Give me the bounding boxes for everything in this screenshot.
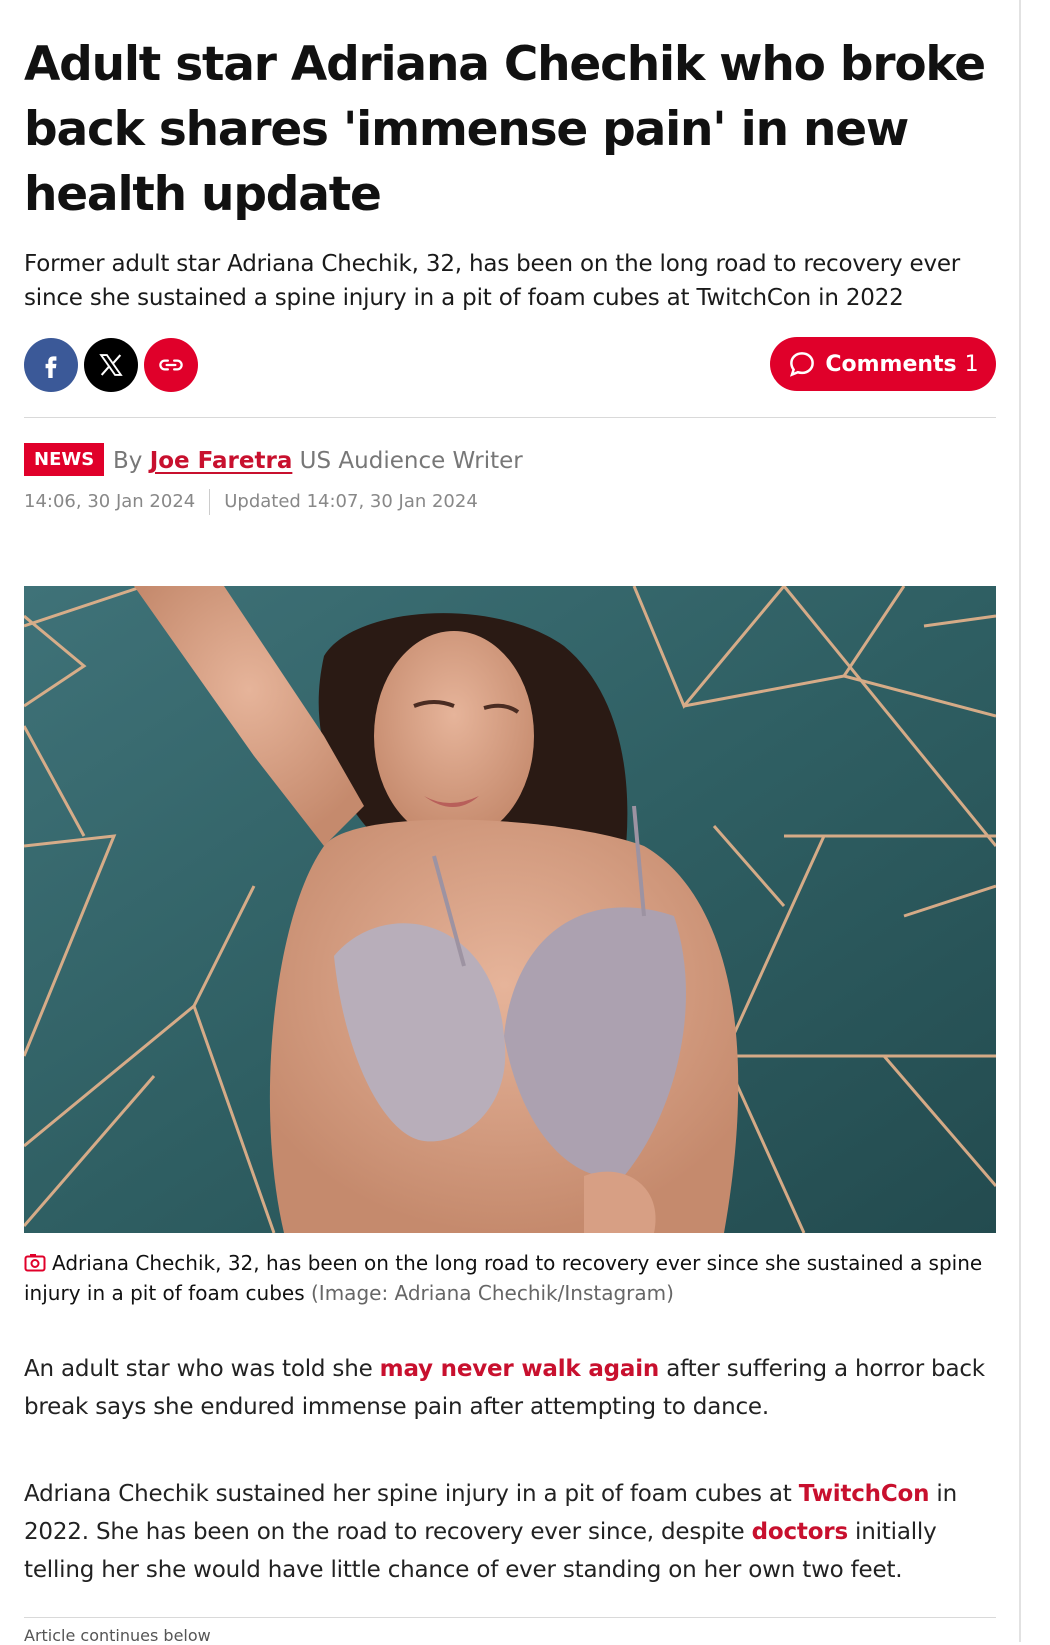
link-icon (159, 359, 183, 371)
hero-image (24, 586, 996, 1233)
speech-bubble-icon (790, 352, 815, 377)
article-headline: Adult star Adriana Chechik who broke bac… (24, 37, 986, 222)
p1-text-a: An adult star who was told she (24, 1356, 380, 1382)
link-doctors[interactable]: doctors (752, 1519, 849, 1545)
copy-link-button[interactable] (144, 338, 198, 392)
published-time: 14:06, 30 Jan 2024 (24, 491, 196, 512)
article-page: Adult star Adriana Chechik who broke bac… (0, 0, 1050, 1645)
image-credit: (Image: Adriana Chechik/Instagram) (311, 1281, 674, 1305)
author-role: US Audience Writer (299, 448, 523, 474)
byline-prefix: By (113, 448, 143, 474)
facebook-icon (45, 356, 57, 378)
article-standfirst: Former adult star Adriana Chechik, 32, h… (24, 251, 961, 311)
x-icon (99, 354, 123, 376)
link-twitchcon[interactable]: TwitchCon (799, 1481, 930, 1507)
comments-count: 1 (964, 351, 979, 377)
hero-image-illustration (24, 586, 996, 1233)
body-paragraph-2: Adriana Chechik sustained her spine inju… (24, 1475, 996, 1589)
author-link[interactable]: Joe Faretra (150, 448, 293, 474)
divider (24, 1617, 996, 1618)
share-facebook-button[interactable] (24, 338, 78, 392)
comments-label: Comments (825, 351, 957, 377)
date-separator (209, 489, 211, 515)
updated-time: Updated 14:07, 30 Jan 2024 (224, 491, 478, 512)
body-paragraph-1: An adult star who was told she may never… (24, 1350, 996, 1426)
section-tag[interactable]: NEWS (24, 443, 105, 476)
image-caption: Adriana Chechik, 32, has been on the lon… (24, 1250, 996, 1307)
byline: By Joe Faretra US Audience Writer (113, 446, 523, 476)
link-may-never-walk-again[interactable]: may never walk again (380, 1356, 660, 1382)
page-edge-rule (1019, 0, 1021, 1642)
camera-icon (24, 1253, 46, 1280)
comments-button[interactable]: Comments 1 (770, 337, 996, 391)
divider (24, 417, 996, 418)
share-x-button[interactable] (84, 338, 138, 392)
article-dates: 14:06, 30 Jan 2024 Updated 14:07, 30 Jan… (24, 489, 478, 515)
article-continues-label: Article continues below (24, 1626, 211, 1645)
p2-text-a: Adriana Chechik sustained her spine inju… (24, 1481, 799, 1507)
